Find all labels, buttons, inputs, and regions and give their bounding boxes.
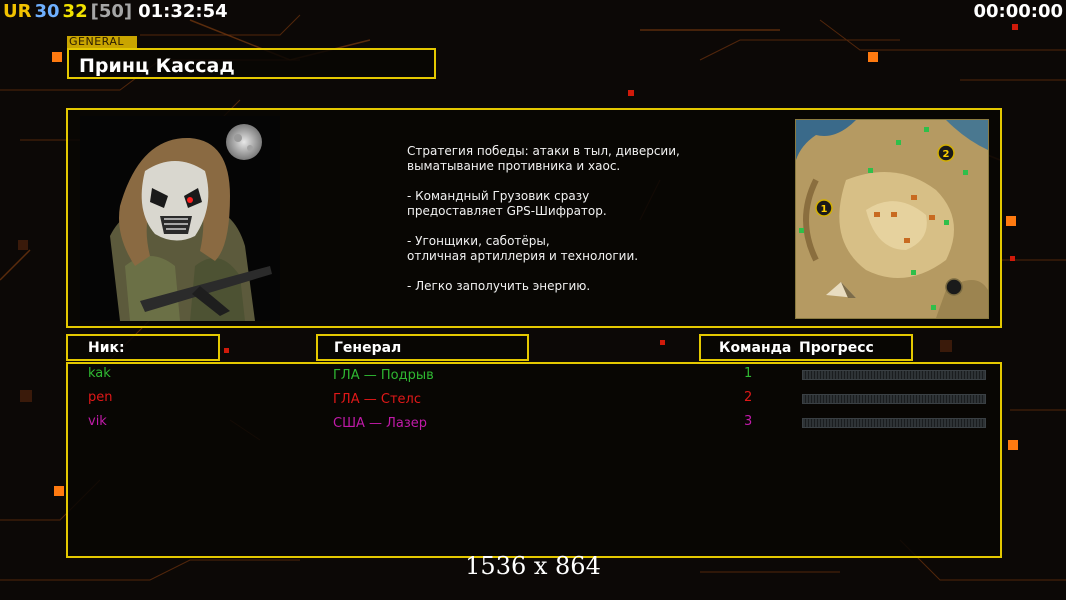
player-nick: vik (88, 414, 107, 429)
loading-progress-bar (802, 370, 986, 380)
player-row: kak ГЛА — Подрыв 1 (68, 366, 1000, 388)
player-general: США — Лазер (333, 416, 428, 431)
player-team: 2 (744, 390, 753, 405)
moon-icon (226, 124, 262, 160)
player-nick: kak (88, 366, 111, 381)
players-table: kak ГЛА — Подрыв 1 pen ГЛА — Стелс 2 vik… (66, 362, 1002, 558)
match-timer: 00:00:00 (973, 1, 1063, 22)
team-progress-header: Команда Прогресс (699, 334, 913, 361)
fps-counter: UR 30 32 [50] 01:32:54 (3, 1, 231, 22)
player-team: 1 (744, 366, 753, 381)
player-row: vik США — Лазер 3 (68, 414, 1000, 436)
general-name-frame: Принц Кассад (67, 48, 436, 79)
loading-progress-bar (802, 418, 986, 428)
player-row: pen ГЛА — Стелс 2 (68, 390, 1000, 412)
general-portrait (80, 116, 280, 321)
session-time: 01:32:54 (138, 1, 228, 22)
start-marker-label: 1 (821, 204, 828, 215)
map-preview: 1 2 (795, 119, 989, 319)
fps-value-b: 32 (62, 1, 88, 22)
player-nick: pen (88, 390, 113, 405)
progress-header-label: Прогресс (799, 340, 874, 356)
description-paragraph: Стратегия победы: атаки в тыл, диверсии,… (407, 144, 680, 173)
player-team: 3 (744, 414, 753, 429)
player-general: ГЛА — Подрыв (333, 368, 434, 383)
general-tag: GENERAL (67, 36, 137, 48)
description-paragraph: - Легко заполучить энергию. (407, 279, 591, 293)
description-paragraph: - Командный Грузовик сразу предоставляет… (407, 189, 607, 218)
loading-progress-bar (802, 394, 986, 404)
team-header-label: Команда (719, 340, 792, 356)
start-marker-label: 2 (943, 149, 950, 160)
fps-limit: [50] (90, 1, 133, 22)
nick-header-label: Ник: (88, 340, 125, 356)
general-column-header: Генерал (316, 334, 529, 361)
general-name: Принц Кассад (79, 55, 235, 77)
general-header-label: Генерал (334, 340, 402, 356)
resolution-overlay: 1536 x 864 (465, 552, 601, 580)
player-general: ГЛА — Стелс (333, 392, 421, 407)
general-description: Стратегия победы: атаки в тыл, диверсии,… (407, 144, 767, 309)
hud-tag: UR (3, 1, 32, 22)
description-paragraph: - Угонщики, саботёры, отличная артиллери… (407, 234, 639, 263)
fps-value-a: 30 (34, 1, 60, 22)
nick-column-header: Ник: (66, 334, 220, 361)
